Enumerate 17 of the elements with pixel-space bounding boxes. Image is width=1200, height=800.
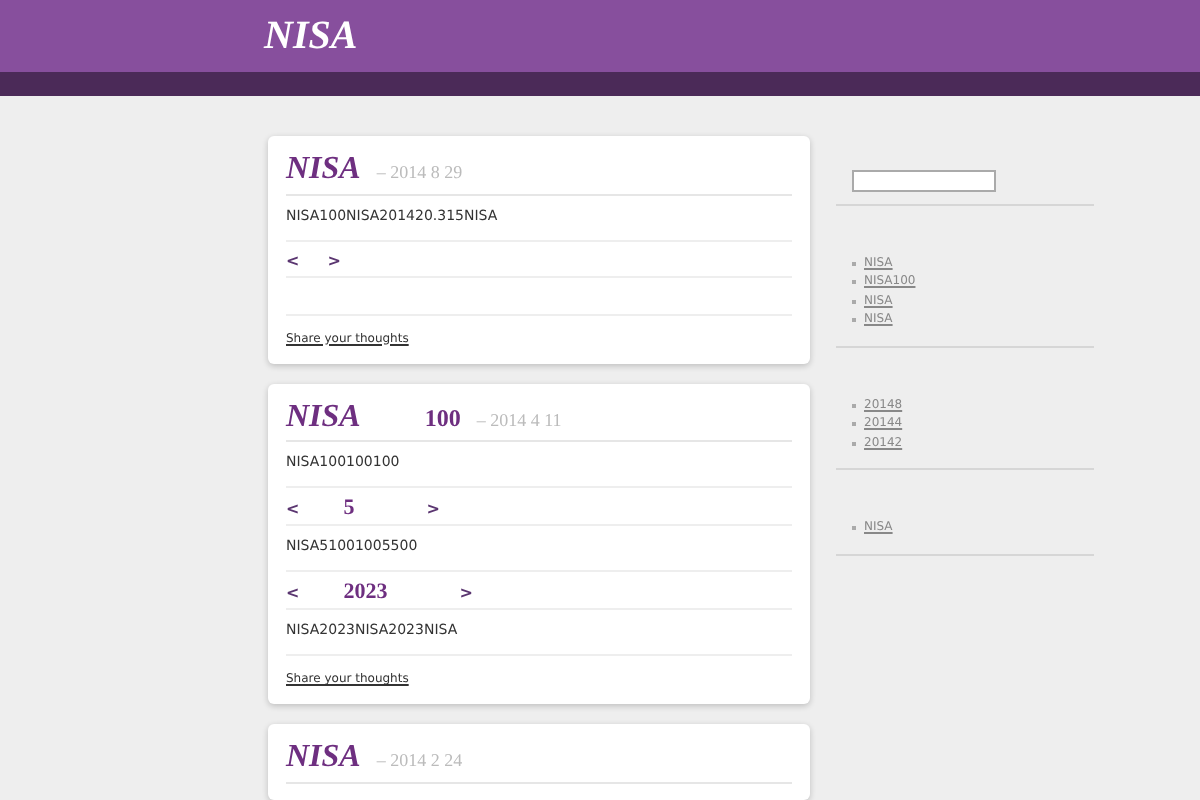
post-title[interactable]: NISA	[286, 152, 361, 188]
post-title-number: 100	[424, 405, 461, 432]
prev-link[interactable]: <	[286, 582, 300, 607]
post-date: – 2014 8 29	[376, 164, 463, 184]
post-date: – 2014 4 11	[476, 411, 562, 431]
post-title[interactable]: NISA	[286, 399, 361, 435]
post-title[interactable]: NISA	[286, 740, 361, 776]
post-date: – 2014 2 24	[376, 752, 463, 773]
next-link[interactable]: >	[327, 249, 341, 274]
prev-link[interactable]: <	[286, 249, 300, 274]
next-link[interactable]: >	[426, 498, 440, 523]
prev-link[interactable]: <	[286, 498, 300, 523]
section-heading: 5	[343, 496, 355, 521]
next-link[interactable]: >	[459, 582, 473, 607]
section-heading: 2023	[343, 580, 388, 605]
site-title[interactable]: NISA	[264, 13, 358, 59]
search-field[interactable]	[852, 169, 996, 191]
